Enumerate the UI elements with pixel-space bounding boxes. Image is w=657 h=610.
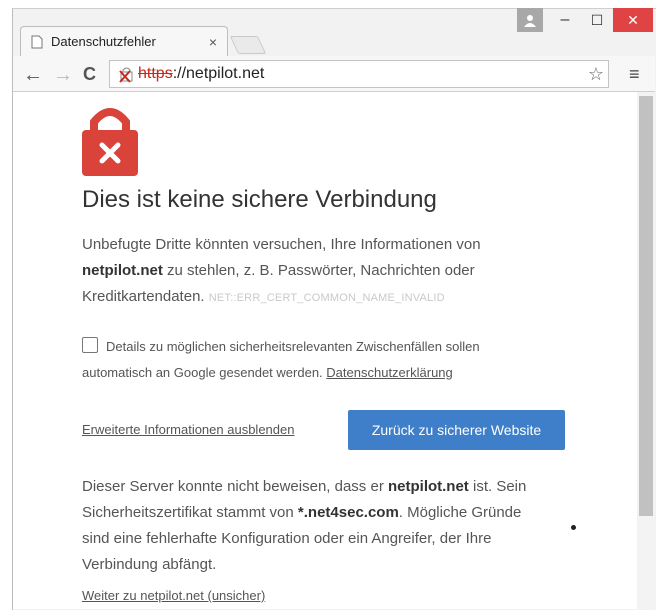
host-name: netpilot.net bbox=[82, 262, 163, 279]
mouse-cursor-dot bbox=[571, 525, 576, 530]
back-to-safety-button[interactable]: Zurück zu sicherer Website bbox=[348, 410, 565, 450]
proceed-unsafe-link[interactable]: Weiter zu netpilot.net (unsicher) bbox=[82, 588, 265, 603]
report-checkbox[interactable] bbox=[82, 337, 98, 353]
minimize-button[interactable]: – bbox=[549, 8, 581, 32]
url-scheme: https bbox=[138, 65, 173, 82]
tab-active[interactable]: Datenschutzfehler × bbox=[20, 26, 228, 56]
back-icon[interactable]: ← bbox=[23, 64, 43, 87]
warning-text: Unbefugte Dritte könnten versuchen, Ihre… bbox=[82, 236, 481, 305]
menu-icon[interactable]: ≡ bbox=[629, 64, 640, 85]
advanced-link[interactable]: Erweiterte Informationen ausblenden bbox=[82, 422, 294, 437]
page-title: Dies ist keine sichere Verbindung bbox=[82, 186, 437, 213]
page-icon bbox=[31, 35, 43, 48]
bookmark-star-icon[interactable]: ☆ bbox=[588, 64, 604, 85]
error-code[interactable]: NET::ERR_CERT_COMMON_NAME_INVALID bbox=[209, 292, 445, 304]
privacy-link[interactable]: Datenschutzerklärung bbox=[326, 365, 452, 380]
toolbar: ← → C https ://netpilot.net ☆ ≡ bbox=[13, 56, 655, 92]
padlock-error-icon bbox=[82, 108, 138, 176]
certificate-name: *.net4sec.com bbox=[297, 504, 399, 521]
details-text: Dieser Server konnte nicht beweisen, das… bbox=[82, 478, 527, 573]
profile-button[interactable] bbox=[517, 8, 543, 32]
user-icon bbox=[524, 15, 536, 27]
scrollbar-thumb[interactable] bbox=[639, 96, 653, 516]
insecure-lock-icon bbox=[119, 67, 133, 83]
tab-title: Datenschutzfehler bbox=[51, 34, 156, 49]
forward-icon[interactable]: → bbox=[53, 64, 73, 87]
url-host: ://netpilot.net bbox=[172, 65, 265, 82]
tab-close-icon[interactable]: × bbox=[209, 34, 217, 50]
address-bar[interactable]: https ://netpilot.net ☆ bbox=[109, 60, 609, 88]
window-controls: – ☐ ✕ bbox=[517, 8, 653, 32]
reload-icon[interactable]: C bbox=[83, 64, 96, 85]
close-window-button[interactable]: ✕ bbox=[613, 8, 653, 32]
maximize-button[interactable]: ☐ bbox=[581, 8, 613, 32]
report-option: Details zu möglichen sicherheitsrelevant… bbox=[82, 334, 532, 386]
